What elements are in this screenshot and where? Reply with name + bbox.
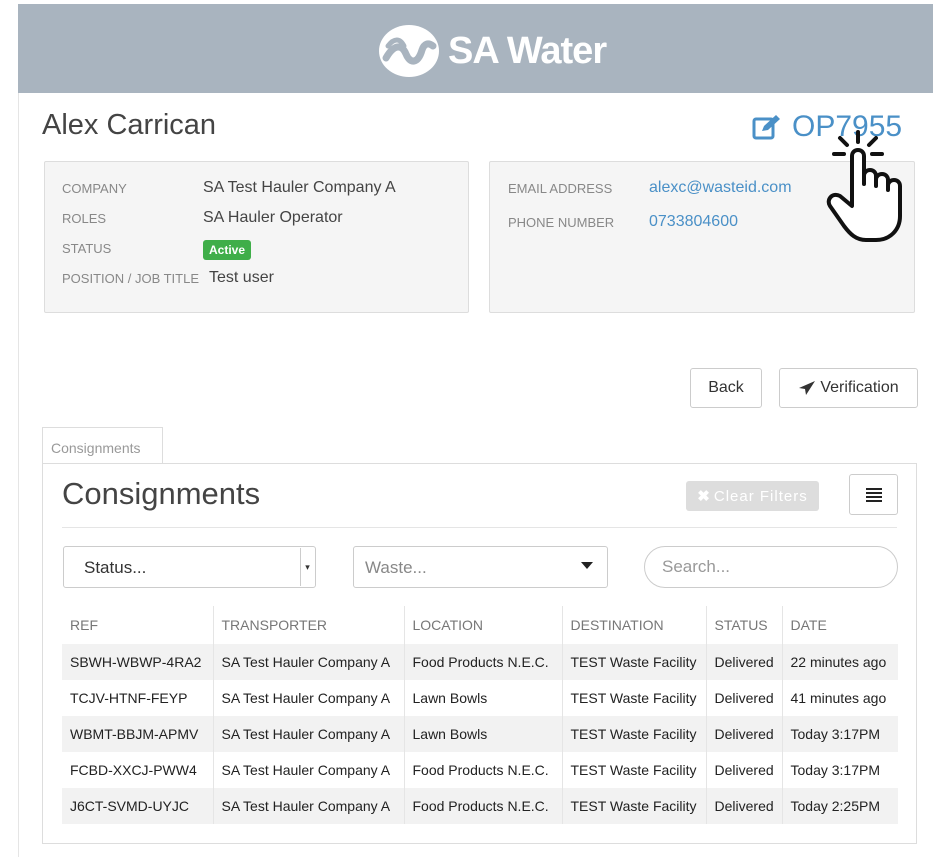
title-divider xyxy=(62,527,897,528)
cell-date: Today 3:17PM xyxy=(782,752,898,788)
cell-status: Delivered xyxy=(706,716,783,752)
cell-status: Delivered xyxy=(706,680,783,716)
cell-transporter: SA Test Hauler Company A xyxy=(213,680,405,716)
cell-date: Today 3:17PM xyxy=(782,716,898,752)
paper-plane-icon xyxy=(799,381,816,395)
cell-location: Food Products N.E.C. xyxy=(404,644,563,680)
cell-destination: TEST Waste Facility xyxy=(562,716,707,752)
consignments-table: REF TRANSPORTER LOCATION DESTINATION STA… xyxy=(62,606,898,824)
cell-destination: TEST Waste Facility xyxy=(562,644,707,680)
cell-date: Today 2:25PM xyxy=(782,788,898,824)
phone-label: PHONE NUMBER xyxy=(508,215,615,230)
company-label: COMPANY xyxy=(62,181,127,196)
chevron-up-down-icon: ▾ xyxy=(300,548,314,586)
cell-transporter: SA Test Hauler Company A xyxy=(213,788,405,824)
email-link[interactable]: alexc@wasteid.com xyxy=(649,179,792,197)
cell-status: Delivered xyxy=(706,644,783,680)
hamburger-menu-icon xyxy=(865,487,882,502)
edit-icon xyxy=(752,115,780,140)
cell-location: Lawn Bowls xyxy=(404,716,563,752)
cell-transporter: SA Test Hauler Company A xyxy=(213,752,405,788)
brand-name: SA Water xyxy=(448,29,607,72)
verification-label: Verification xyxy=(820,379,899,396)
waste-filter-value: Waste... xyxy=(365,558,427,577)
cell-destination: TEST Waste Facility xyxy=(562,680,707,716)
column-header-date[interactable]: DATE xyxy=(782,606,898,644)
pointing-hand-cursor-icon xyxy=(826,130,902,242)
back-button[interactable]: Back xyxy=(690,368,762,408)
user-details-card: COMPANY SA Test Hauler Company A ROLES S… xyxy=(44,161,469,313)
cell-location: Lawn Bowls xyxy=(404,680,563,716)
roles-label: ROLES xyxy=(62,211,107,226)
cell-destination: TEST Waste Facility xyxy=(562,752,707,788)
consignments-title: Consignments xyxy=(62,476,261,511)
column-header-location[interactable]: LOCATION xyxy=(404,606,563,644)
cell-status: Delivered xyxy=(706,752,783,788)
company-value: SA Test Hauler Company A xyxy=(203,179,396,196)
app-header: SA Water xyxy=(18,4,933,93)
cell-location: Food Products N.E.C. xyxy=(404,752,563,788)
clear-filters-label: Clear Filters xyxy=(713,487,808,505)
cell-ref: SBWH-WBWP-4RA2 xyxy=(62,644,214,680)
status-filter-select[interactable]: Status... ▾ xyxy=(63,546,316,588)
sa-water-logo-icon xyxy=(379,25,439,77)
email-label: EMAIL ADDRESS xyxy=(508,181,613,196)
column-header-ref[interactable]: REF xyxy=(62,606,214,644)
phone-link[interactable]: 0733804600 xyxy=(649,213,738,231)
position-label: POSITION / JOB TITLE xyxy=(62,271,200,286)
cell-date: 22 minutes ago xyxy=(782,644,898,680)
table-row[interactable]: J6CT-SVMD-UYJC SA Test Hauler Company A … xyxy=(62,788,898,824)
cell-status: Delivered xyxy=(706,788,783,824)
table-row[interactable]: SBWH-WBWP-4RA2 SA Test Hauler Company A … xyxy=(62,644,898,680)
cell-date: 41 minutes ago xyxy=(782,680,898,716)
status-label: STATUS xyxy=(62,241,112,256)
verification-button[interactable]: Verification xyxy=(779,368,918,408)
chevron-down-icon xyxy=(581,562,593,569)
cell-ref: J6CT-SVMD-UYJC xyxy=(62,788,214,824)
table-row[interactable]: TCJV-HTNF-FEYP SA Test Hauler Company A … xyxy=(62,680,898,716)
status-badge: Active xyxy=(203,240,252,260)
tab-consignments[interactable]: Consignments xyxy=(42,427,163,464)
sa-water-logo: SA Water xyxy=(378,24,607,78)
cell-ref: TCJV-HTNF-FEYP xyxy=(62,680,214,716)
column-header-status[interactable]: STATUS xyxy=(706,606,783,644)
cell-transporter: SA Test Hauler Company A xyxy=(213,644,405,680)
roles-value: SA Hauler Operator xyxy=(203,209,343,226)
table-header-row: REF TRANSPORTER LOCATION DESTINATION STA… xyxy=(62,606,898,644)
table-row[interactable]: WBMT-BBJM-APMV SA Test Hauler Company A … xyxy=(62,716,898,752)
clear-filters-button[interactable]: ✖ Clear Filters xyxy=(686,481,819,511)
cell-location: Food Products N.E.C. xyxy=(404,788,563,824)
cell-transporter: SA Test Hauler Company A xyxy=(213,716,405,752)
position-value: Test user xyxy=(209,269,274,286)
search-input[interactable]: Search... xyxy=(644,546,898,588)
user-name-heading: Alex Carrican xyxy=(42,109,217,141)
status-filter-value: Status... xyxy=(84,558,147,577)
table-row[interactable]: FCBD-XXCJ-PWW4 SA Test Hauler Company A … xyxy=(62,752,898,788)
column-header-destination[interactable]: DESTINATION xyxy=(562,606,707,644)
close-icon: ✖ xyxy=(697,488,711,505)
cell-destination: TEST Waste Facility xyxy=(562,788,707,824)
column-header-transporter[interactable]: TRANSPORTER xyxy=(213,606,405,644)
waste-filter-select[interactable]: Waste... xyxy=(353,546,608,588)
column-menu-button[interactable] xyxy=(849,474,898,515)
search-placeholder: Search... xyxy=(662,557,731,576)
cell-ref: WBMT-BBJM-APMV xyxy=(62,716,214,752)
cell-ref: FCBD-XXCJ-PWW4 xyxy=(62,752,214,788)
